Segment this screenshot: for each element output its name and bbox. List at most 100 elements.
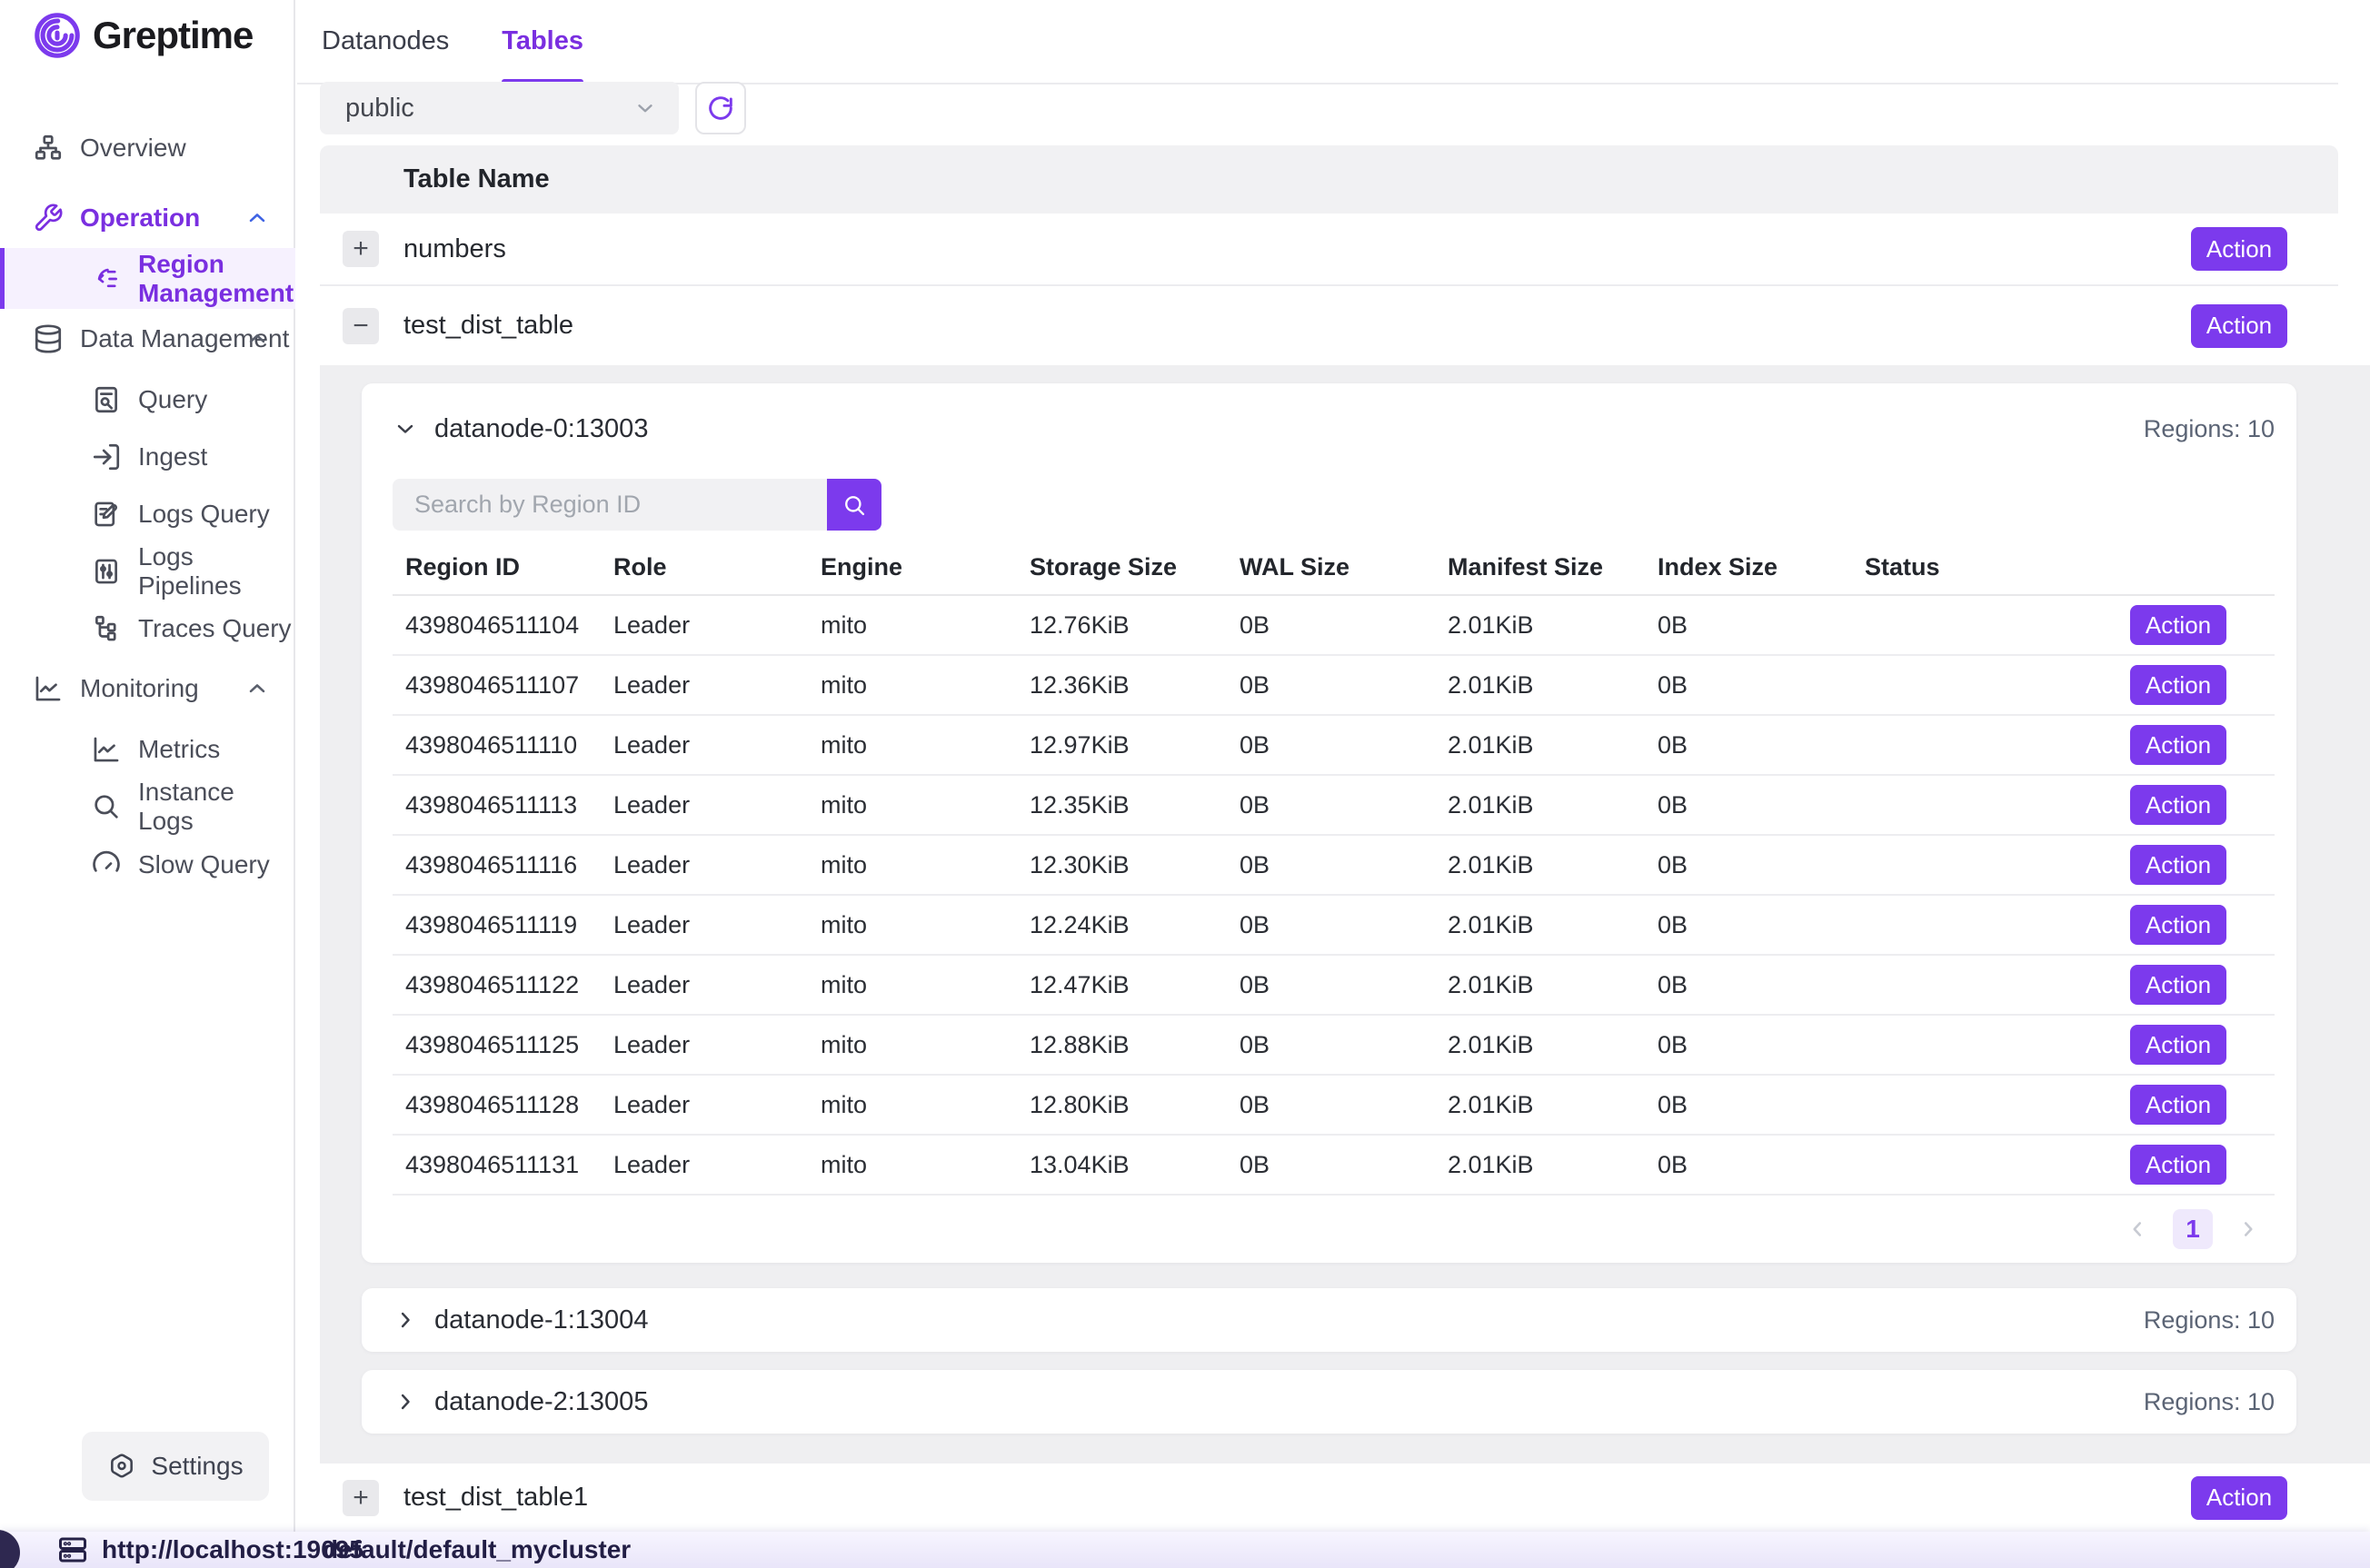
settings-button[interactable]: Settings (82, 1432, 269, 1501)
sidebar-item-operation[interactable]: Operation (0, 189, 295, 247)
sidebar-item-logs-pipelines[interactable]: Logs Pipelines (0, 542, 295, 600)
chevron-up-icon[interactable] (244, 205, 270, 231)
role-cell: Leader (601, 851, 808, 879)
expand-icon[interactable]: + (343, 231, 379, 267)
refresh-button[interactable] (695, 82, 746, 134)
next-page-icon[interactable] (2236, 1217, 2260, 1241)
index-size-cell: 0B (1645, 611, 1852, 640)
wal-size-cell: 0B (1227, 911, 1435, 939)
sidebar-item-ingest[interactable]: Ingest (0, 428, 295, 486)
datanode-header[interactable]: datanode-2:13005 Regions: 10 (393, 1370, 2275, 1434)
manifest-size-cell: 2.01KiB (1435, 971, 1645, 999)
chevron-up-icon[interactable] (244, 676, 270, 701)
expand-icon[interactable]: + (343, 1480, 379, 1516)
role-cell: Leader (601, 791, 808, 819)
engine-cell: mito (808, 671, 1017, 700)
region-search-input[interactable] (393, 479, 827, 531)
region-table-row: 4398046511116 Leader mito 12.30KiB 0B 2.… (393, 836, 2275, 896)
sliders-icon (91, 556, 122, 587)
region-action-button[interactable]: Action (2130, 1025, 2226, 1065)
region-table-row: 4398046511110 Leader mito 12.97KiB 0B 2.… (393, 716, 2275, 776)
region-action-button[interactable]: Action (2130, 1145, 2226, 1185)
region-id-cell: 4398046511119 (393, 911, 601, 939)
search-button[interactable] (827, 479, 881, 531)
region-id-cell: 4398046511107 (393, 671, 601, 700)
sidebar-item-query[interactable]: Query (0, 371, 295, 429)
region-id-cell: 4398046511131 (393, 1151, 601, 1179)
table-name: test_dist_table (403, 311, 573, 341)
region-id-cell: 4398046511128 (393, 1091, 601, 1119)
sidebar-item-label: Logs Pipelines (138, 542, 295, 600)
cluster-name[interactable]: default/default_mycluster (323, 1535, 631, 1564)
index-size-cell: 0B (1645, 851, 1852, 879)
chevron-up-icon[interactable] (244, 326, 270, 352)
manifest-size-cell: 2.01KiB (1435, 851, 1645, 879)
table-action-button[interactable]: Action (2191, 1476, 2287, 1520)
prev-page-icon[interactable] (2126, 1217, 2149, 1241)
region-table: Region ID Role Engine Storage Size WAL S… (393, 540, 2275, 1196)
regions-count-label: Regions: 10 (2144, 1306, 2275, 1335)
index-size-cell: 0B (1645, 671, 1852, 700)
table-action-button[interactable]: Action (2191, 227, 2287, 271)
region-action-button[interactable]: Action (2130, 725, 2226, 765)
chevron-down-icon[interactable] (393, 416, 418, 442)
col-role: Role (601, 553, 808, 581)
datanode-0-header[interactable]: datanode-0:13003 Regions: 10 (393, 405, 2275, 452)
engine-cell: mito (808, 1091, 1017, 1119)
sidebar-item-monitoring[interactable]: Monitoring (0, 660, 295, 718)
sidebar-item-logs-query[interactable]: Logs Query (0, 485, 295, 543)
chevron-down-icon (633, 96, 657, 120)
region-table-row: 4398046511119 Leader mito 12.24KiB 0B 2.… (393, 896, 2275, 956)
regions-count-label: Regions: 10 (2144, 1388, 2275, 1416)
tab-tables[interactable]: Tables (502, 0, 583, 83)
schema-select[interactable]: public (320, 82, 679, 134)
magnifier-icon (91, 791, 122, 822)
engine-cell: mito (808, 911, 1017, 939)
sidebar-item-data-management[interactable]: Data Management (0, 310, 295, 368)
table-name: test_dist_table1 (403, 1483, 588, 1513)
role-cell: Leader (601, 971, 808, 999)
datanode-title: datanode-0:13003 (434, 414, 648, 444)
region-id-cell: 4398046511116 (393, 851, 601, 879)
status-bar: http://localhost:19095 default/default_m… (0, 1532, 2370, 1568)
region-action-button[interactable]: Action (2130, 665, 2226, 705)
collapse-icon[interactable]: − (343, 308, 379, 344)
index-size-cell: 0B (1645, 911, 1852, 939)
sidebar-item-slow-query[interactable]: Slow Query (0, 836, 295, 894)
sidebar-item-traces-query[interactable]: Traces Query (0, 600, 295, 658)
role-cell: Leader (601, 911, 808, 939)
manifest-size-cell: 2.01KiB (1435, 731, 1645, 759)
region-id-cell: 4398046511110 (393, 731, 601, 759)
datanode-header[interactable]: datanode-1:13004 Regions: 10 (393, 1288, 2275, 1352)
sidebar-item-label: Slow Query (138, 850, 270, 879)
region-action-button[interactable]: Action (2130, 605, 2226, 645)
table-action-button[interactable]: Action (2191, 304, 2287, 348)
sidebar-item-overview[interactable]: Overview (0, 119, 295, 177)
tab-datanodes[interactable]: Datanodes (322, 0, 449, 83)
chevron-right-icon[interactable] (393, 1307, 418, 1333)
settings-label: Settings (151, 1452, 243, 1481)
region-action-button[interactable]: Action (2130, 965, 2226, 1005)
region-table-row: 4398046511128 Leader mito 12.80KiB 0B 2.… (393, 1076, 2275, 1136)
sidebar-item-metrics[interactable]: Metrics (0, 720, 295, 779)
page-number[interactable]: 1 (2173, 1209, 2213, 1249)
datanode-collapsed-card: datanode-2:13005 Regions: 10 (362, 1370, 2296, 1434)
sidebar-item-label: Instance Logs (138, 778, 295, 836)
sidebar-item-instance-logs[interactable]: Instance Logs (0, 778, 295, 836)
sidebar-item-label: Traces Query (138, 614, 292, 643)
chevron-right-icon[interactable] (393, 1389, 418, 1414)
col-index-size: Index Size (1645, 553, 1852, 581)
region-action-button[interactable]: Action (2130, 785, 2226, 825)
region-action-button[interactable]: Action (2130, 905, 2226, 945)
region-action-button[interactable]: Action (2130, 845, 2226, 885)
brand-logo[interactable]: Greptime (31, 9, 253, 62)
storage-size-cell: 12.47KiB (1017, 971, 1227, 999)
col-status: Status (1852, 553, 2059, 581)
index-size-cell: 0B (1645, 1031, 1852, 1059)
sidebar-item-region-management[interactable]: Region Management (0, 248, 295, 309)
brand-name: Greptime (93, 14, 253, 57)
region-action-button[interactable]: Action (2130, 1085, 2226, 1125)
tree-icon (91, 613, 122, 644)
gear-icon (107, 1452, 136, 1481)
table-name-header: Table Name (320, 145, 2338, 213)
